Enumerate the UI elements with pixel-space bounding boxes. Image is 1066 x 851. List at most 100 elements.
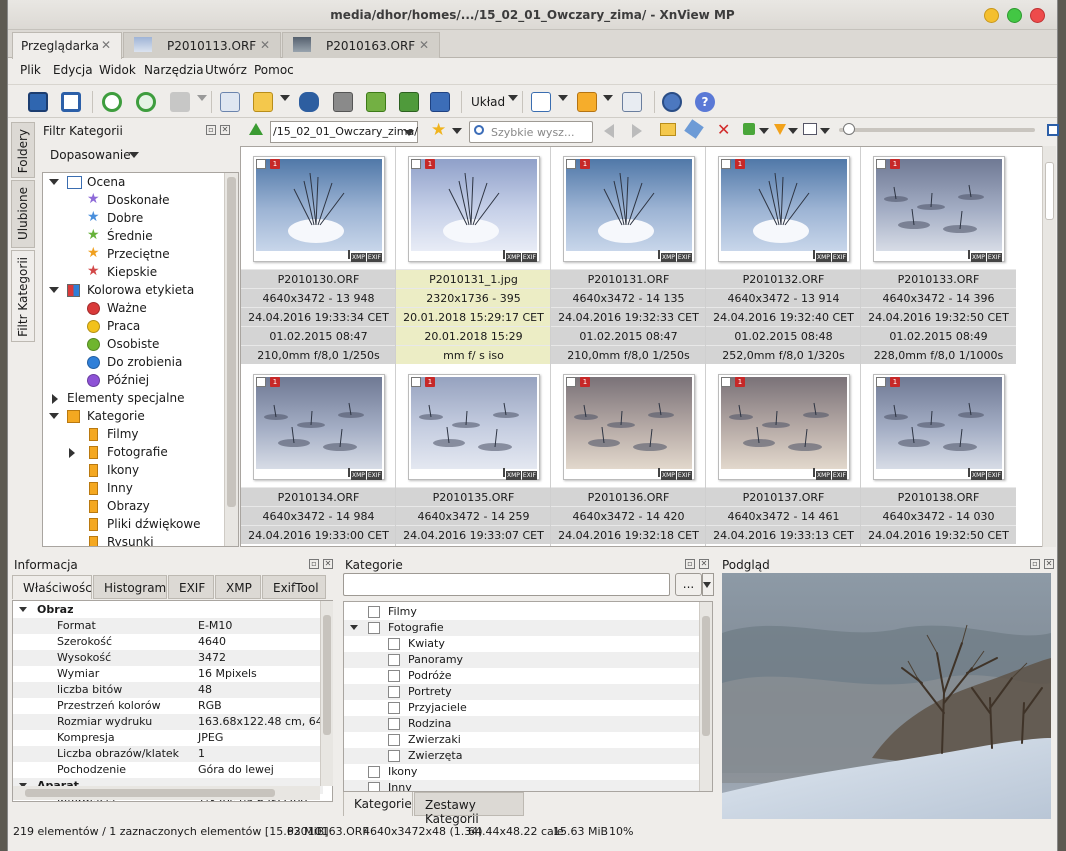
thumbnail-size-slider[interactable] bbox=[839, 123, 1035, 135]
tab-category-sets[interactable]: Zestawy Kategorii bbox=[414, 792, 524, 826]
select-checkbox[interactable] bbox=[876, 159, 886, 169]
thumbnail-cell[interactable]: 1 XMP EXIF P2010133.ORF 4640x3472 - 14 396 2… bbox=[861, 147, 1016, 381]
float-icon[interactable]: ▫ bbox=[685, 559, 695, 569]
category-item[interactable]: Rodzina bbox=[344, 716, 700, 732]
edit-icon[interactable] bbox=[684, 119, 704, 139]
minimize-button[interactable] bbox=[984, 8, 999, 23]
close-icon[interactable]: ✕ bbox=[323, 559, 333, 569]
select-checkbox[interactable] bbox=[411, 377, 421, 387]
find-button[interactable] bbox=[297, 91, 321, 113]
category-item[interactable]: Podróże bbox=[344, 668, 700, 684]
select-checkbox[interactable] bbox=[566, 377, 576, 387]
thumbnail-cell[interactable]: 1 XMP EXIF P2010130.ORF 4640x3472 - 13 948 2… bbox=[241, 147, 396, 381]
fit-button[interactable] bbox=[59, 91, 83, 113]
select-checkbox[interactable] bbox=[721, 159, 731, 169]
category-item[interactable]: Kwiaty bbox=[344, 636, 700, 652]
sync-button[interactable] bbox=[134, 91, 158, 113]
convert-button[interactable] bbox=[364, 91, 388, 113]
tab-xmp[interactable]: XMP bbox=[215, 575, 261, 599]
close-icon[interactable]: ✕ bbox=[101, 38, 111, 52]
label-button[interactable] bbox=[575, 91, 599, 113]
filter-icon[interactable] bbox=[774, 124, 786, 135]
category-checkbox[interactable] bbox=[368, 606, 380, 618]
thumbnail-cell[interactable]: 1 XMP EXIF P2010137.ORF 4640x3472 - 14 461 2… bbox=[706, 365, 861, 546]
category-item[interactable]: Zwierzęta bbox=[344, 748, 700, 764]
star-filter-icon[interactable]: ★ bbox=[431, 120, 446, 140]
category-dropdown[interactable] bbox=[702, 573, 714, 596]
thumbnail-cell[interactable]: 1 XMP EXIF P2010131_1.jpg 2320x1736 - 395 20… bbox=[396, 147, 551, 365]
fullscreen-button[interactable] bbox=[26, 91, 50, 113]
capture-button[interactable] bbox=[428, 91, 452, 113]
tab-histogram[interactable]: Histogram bbox=[93, 575, 167, 599]
category-item[interactable]: Portrety bbox=[344, 684, 700, 700]
category-checkbox[interactable] bbox=[388, 734, 400, 746]
rating-button[interactable] bbox=[529, 91, 553, 113]
close-icon[interactable]: ✕ bbox=[220, 125, 230, 135]
view-mode-icon[interactable] bbox=[803, 123, 817, 135]
close-button[interactable] bbox=[1030, 8, 1045, 23]
float-icon[interactable]: ▫ bbox=[206, 125, 216, 135]
layout-button[interactable]: Układ bbox=[471, 95, 505, 109]
category-checkbox[interactable] bbox=[368, 622, 380, 634]
menu-file[interactable]: Plik bbox=[20, 63, 41, 77]
select-checkbox[interactable] bbox=[876, 377, 886, 387]
chevron-down-icon[interactable] bbox=[350, 625, 358, 630]
chevron-right-icon[interactable] bbox=[52, 394, 58, 404]
category-item[interactable]: Fotografie bbox=[344, 620, 700, 636]
menu-create[interactable]: Utwórz bbox=[205, 63, 247, 77]
maximize-button[interactable] bbox=[1007, 8, 1022, 23]
delete-icon[interactable]: ✕ bbox=[717, 120, 730, 139]
tab-image-1[interactable]: P2010113.ORF ✕ bbox=[123, 32, 281, 58]
tree-scrollbar[interactable] bbox=[224, 173, 238, 546]
category-item[interactable]: Przyjaciele bbox=[344, 700, 700, 716]
category-checkbox[interactable] bbox=[388, 638, 400, 650]
category-item[interactable]: Ikony bbox=[344, 764, 700, 780]
tab-exiftool[interactable]: ExifTool bbox=[262, 575, 326, 599]
thumbnail-cell[interactable]: 1 XMP EXIF P2010132.ORF 4640x3472 - 13 914 2… bbox=[706, 147, 861, 381]
thumbnail-cell[interactable]: 1 XMP EXIF P2010138.ORF 4640x3472 - 14 030 2… bbox=[861, 365, 1016, 546]
info-button[interactable] bbox=[218, 91, 242, 113]
thumbnail-cell[interactable]: 1 XMP EXIF P2010134.ORF 4640x3472 - 14 984 2… bbox=[241, 365, 396, 546]
category-checkbox[interactable] bbox=[388, 670, 400, 682]
close-icon[interactable]: ✕ bbox=[699, 559, 709, 569]
match-dropdown[interactable]: Dopasowanie bbox=[50, 148, 139, 162]
close-icon[interactable]: ✕ bbox=[260, 38, 270, 52]
tab-properties[interactable]: Właściwości bbox=[12, 575, 95, 599]
chevron-down-icon[interactable] bbox=[19, 607, 27, 612]
network-button[interactable] bbox=[620, 91, 644, 113]
slideshow-button[interactable] bbox=[397, 91, 421, 113]
layout-toggle-icon[interactable] bbox=[1047, 124, 1059, 136]
new-folder-icon[interactable] bbox=[660, 123, 676, 136]
category-checkbox[interactable] bbox=[388, 702, 400, 714]
category-checkbox[interactable] bbox=[388, 654, 400, 666]
thumbnail-cell[interactable]: 1 XMP EXIF P2010135.ORF 4640x3472 - 14 259 2… bbox=[396, 365, 551, 546]
select-checkbox[interactable] bbox=[721, 377, 731, 387]
tab-category-filter[interactable]: Filtr Kategorii bbox=[11, 250, 35, 342]
category-checkbox[interactable] bbox=[368, 782, 380, 791]
thumbnail-cell[interactable]: 1 XMP EXIF P2010136.ORF 4640x3472 - 14 420 2… bbox=[551, 365, 706, 546]
category-input[interactable] bbox=[343, 573, 670, 596]
category-checkbox[interactable] bbox=[388, 750, 400, 762]
search-input[interactable]: Szybkie wysz... bbox=[469, 121, 593, 143]
category-browse-button[interactable]: ... bbox=[675, 573, 702, 596]
rotate-button[interactable] bbox=[168, 91, 192, 113]
properties-hscrollbar[interactable] bbox=[13, 786, 320, 800]
grid-scrollbar[interactable] bbox=[1042, 146, 1056, 547]
category-checkbox[interactable] bbox=[388, 718, 400, 730]
tab-exif[interactable]: EXIF bbox=[168, 575, 214, 599]
folder-button[interactable] bbox=[251, 91, 275, 113]
tab-categories[interactable]: Kategorie bbox=[343, 792, 413, 816]
path-combo[interactable]: /15_02_01_Owczary_zima/ bbox=[270, 121, 418, 143]
select-checkbox[interactable] bbox=[256, 159, 266, 169]
menu-tools[interactable]: Narzędzia bbox=[144, 63, 204, 77]
select-checkbox[interactable] bbox=[411, 159, 421, 169]
chevron-right-icon[interactable] bbox=[69, 448, 75, 458]
select-checkbox[interactable] bbox=[566, 159, 576, 169]
float-icon[interactable]: ▫ bbox=[1030, 559, 1040, 569]
category-checkbox[interactable] bbox=[388, 686, 400, 698]
category-item[interactable]: Zwierzaki bbox=[344, 732, 700, 748]
thumbnail-cell[interactable]: 1 XMP EXIF P2010131.ORF 4640x3472 - 14 135 2… bbox=[551, 147, 706, 381]
tag-icon[interactable] bbox=[743, 123, 755, 135]
category-item[interactable]: Panoramy bbox=[344, 652, 700, 668]
tab-image-2[interactable]: P2010163.ORF ✕ bbox=[282, 32, 440, 58]
